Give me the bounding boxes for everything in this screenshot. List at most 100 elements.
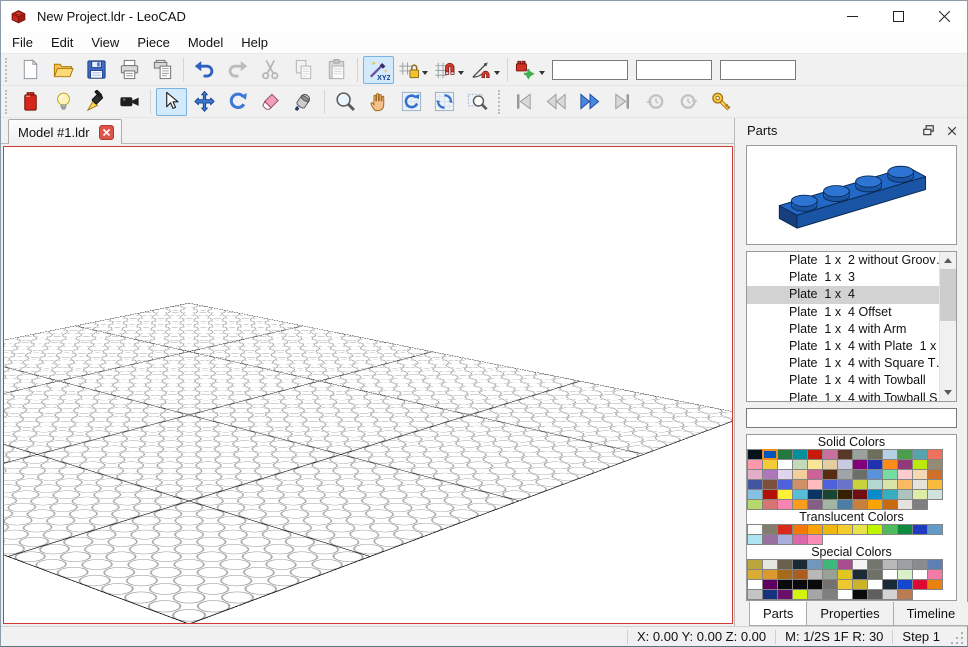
transform-input[interactable] (720, 60, 796, 80)
parts-list-item[interactable]: Plate 1 x 4 with Square T… (747, 355, 956, 372)
parts-list-item[interactable]: Plate 1 x 2 without Groov… (747, 252, 956, 269)
color-swatch[interactable] (777, 589, 793, 600)
toolbar-handle[interactable] (5, 90, 10, 114)
transform-button[interactable] (513, 56, 547, 84)
print-button[interactable] (114, 56, 145, 84)
dock-tab-timeline[interactable]: Timeline (893, 602, 968, 626)
rotate-button[interactable] (222, 88, 253, 116)
model-tab[interactable]: Model #1.ldr (8, 119, 122, 144)
toolbar-handle[interactable] (5, 58, 10, 82)
color-swatch[interactable] (807, 534, 823, 545)
color-swatch[interactable] (882, 589, 898, 600)
select-button[interactable] (156, 88, 187, 116)
move-button[interactable] (189, 88, 220, 116)
undo-button[interactable] (189, 56, 220, 84)
color-swatch[interactable] (882, 499, 898, 510)
menu-view[interactable]: View (82, 33, 128, 52)
dock-close-button[interactable] (943, 122, 961, 140)
copy-button[interactable] (288, 56, 319, 84)
color-swatch[interactable] (777, 499, 793, 510)
color-swatch[interactable] (927, 489, 943, 500)
parts-list-item[interactable]: Plate 1 x 4 with Towball (747, 372, 956, 389)
tab-close-button[interactable] (99, 125, 114, 140)
color-swatch[interactable] (762, 449, 778, 460)
snap-grid-button[interactable] (432, 56, 466, 84)
parts-list-item[interactable]: Plate 1 x 4 with Plate 1 x … (747, 338, 956, 355)
spotlight-button[interactable] (81, 88, 112, 116)
rotate-view-button[interactable] (396, 88, 427, 116)
paste-button[interactable] (321, 56, 352, 84)
viewport-3d[interactable] (3, 146, 733, 624)
color-swatch[interactable] (882, 524, 898, 535)
parts-list-item[interactable]: Plate 1 x 4 Offset (747, 304, 956, 321)
scroll-down-button[interactable] (940, 384, 956, 401)
paint-button[interactable] (288, 88, 319, 116)
color-swatch[interactable] (852, 589, 868, 600)
menu-help[interactable]: Help (232, 33, 277, 52)
step-previous-button[interactable] (541, 88, 572, 116)
color-swatch[interactable] (762, 534, 778, 545)
pan-button[interactable] (363, 88, 394, 116)
resize-grip[interactable] (951, 632, 965, 646)
color-swatch[interactable] (912, 499, 928, 510)
parts-list-item[interactable]: Plate 1 x 4 with Arm (747, 321, 956, 338)
maximize-button[interactable] (875, 1, 921, 32)
color-swatch[interactable] (927, 524, 943, 535)
step-next-button[interactable] (574, 88, 605, 116)
scroll-up-button[interactable] (940, 252, 956, 269)
color-swatch[interactable] (927, 579, 943, 590)
roll-button[interactable] (429, 88, 460, 116)
color-swatch[interactable] (837, 589, 853, 600)
light-button[interactable] (48, 88, 79, 116)
snap-move-button[interactable] (396, 56, 430, 84)
color-swatch[interactable] (852, 524, 868, 535)
color-swatch[interactable] (837, 524, 853, 535)
color-swatch[interactable] (762, 499, 778, 510)
color-swatch[interactable] (867, 499, 883, 510)
show-later-button[interactable] (673, 88, 704, 116)
redo-button[interactable] (222, 56, 253, 84)
color-swatch[interactable] (777, 534, 793, 545)
part-preview[interactable] (746, 145, 957, 245)
dock-tab-properties[interactable]: Properties (806, 602, 893, 626)
color-swatch[interactable] (792, 499, 808, 510)
color-swatch[interactable] (807, 589, 823, 600)
color-swatch[interactable] (822, 499, 838, 510)
parts-list-item[interactable]: Plate 1 x 4 with Towball S… (747, 390, 956, 403)
color-swatch[interactable] (747, 534, 763, 545)
color-swatch[interactable] (807, 499, 823, 510)
dock-float-button[interactable] (919, 122, 937, 140)
zoom-button[interactable] (330, 88, 361, 116)
color-swatch[interactable] (912, 579, 928, 590)
color-swatch[interactable] (867, 589, 883, 600)
parts-list-scrollbar[interactable] (939, 252, 956, 401)
menu-file[interactable]: File (3, 33, 42, 52)
print-preview-button[interactable] (147, 56, 178, 84)
zoom-region-button[interactable] (462, 88, 493, 116)
relative-transform-button[interactable]: XYZ (363, 56, 394, 84)
step-first-button[interactable] (508, 88, 539, 116)
parts-search-input[interactable] (746, 408, 957, 428)
toolbar-handle[interactable] (498, 90, 503, 114)
color-swatch[interactable] (792, 589, 808, 600)
step-last-button[interactable] (607, 88, 638, 116)
show-earlier-button[interactable] (640, 88, 671, 116)
color-swatch[interactable] (822, 524, 838, 535)
color-swatch[interactable] (747, 589, 763, 600)
transform-input[interactable] (636, 60, 712, 80)
color-swatch[interactable] (837, 499, 853, 510)
close-button[interactable] (921, 1, 967, 32)
camera-button[interactable] (114, 88, 145, 116)
save-file-button[interactable] (81, 56, 112, 84)
parts-list[interactable]: Plate 1 x 2 without Groov…Plate 1 x 3Pla… (746, 251, 957, 402)
minimize-button[interactable] (829, 1, 875, 32)
color-swatch[interactable] (912, 524, 928, 535)
color-swatch[interactable] (897, 589, 913, 600)
edit-keys-button[interactable] (706, 88, 737, 116)
transform-input[interactable] (552, 60, 628, 80)
new-file-button[interactable] (15, 56, 46, 84)
delete-button[interactable] (255, 88, 286, 116)
menu-piece[interactable]: Piece (128, 33, 179, 52)
cut-button[interactable] (255, 56, 286, 84)
insert-piece-button[interactable] (15, 88, 46, 116)
